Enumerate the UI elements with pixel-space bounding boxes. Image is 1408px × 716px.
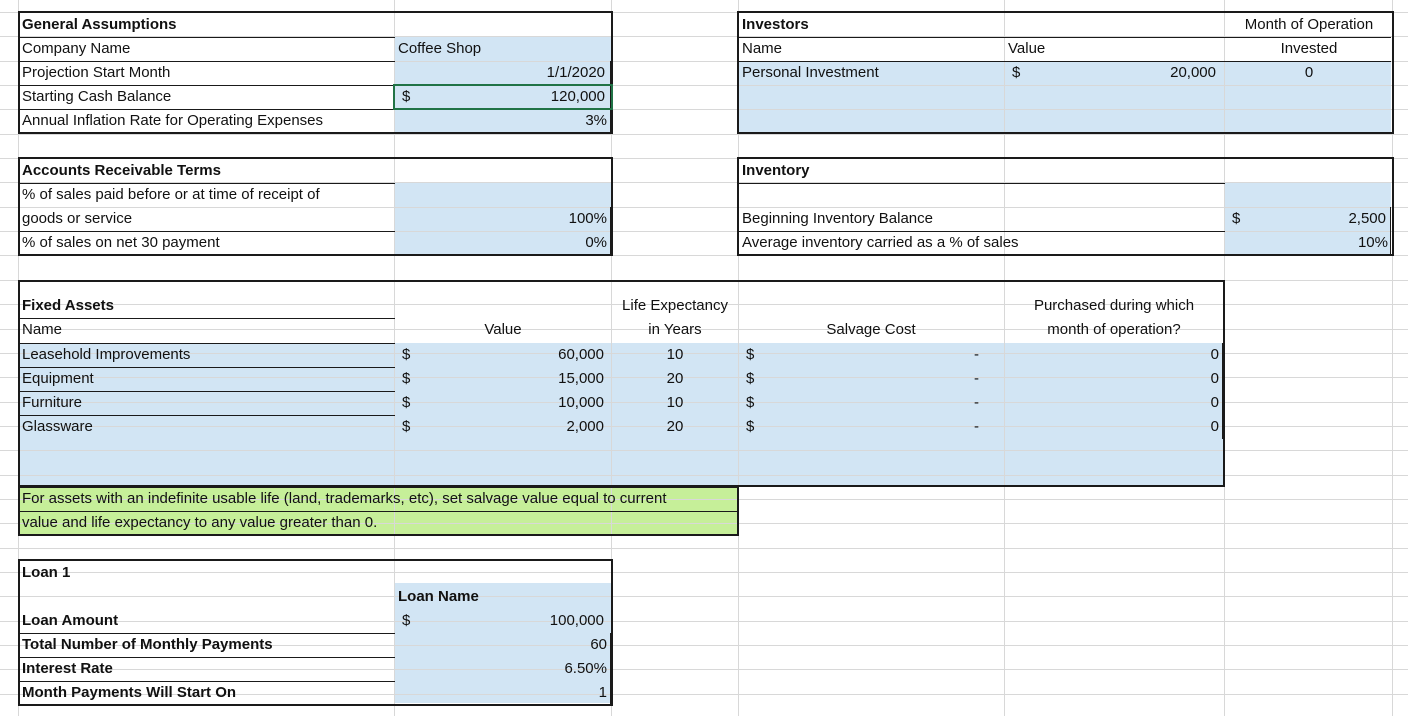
grid-row-line <box>0 255 1408 256</box>
fa-row-month[interactable]: 0 <box>1100 343 1219 367</box>
inflation-cell[interactable]: 3% <box>400 109 607 133</box>
loan-name-header: Loan Name <box>398 588 479 605</box>
starting-cash-label: Starting Cash Balance <box>22 88 172 105</box>
fa-row-salvage[interactable]: - <box>974 343 979 367</box>
inventory-beginning-cell[interactable]: 2,500 <box>1240 207 1386 231</box>
fa-month-header-2: month of operation? <box>1047 321 1181 338</box>
ar-paid-label: % of sales paid before or at time of rec… <box>22 186 320 203</box>
grid-row-line <box>0 475 1408 476</box>
grid-column-line <box>738 0 739 716</box>
investors-month-header-2: Invested <box>1280 40 1338 57</box>
investors-value-header: Value <box>1008 40 1046 57</box>
loan-start-label: Month Payments Will Start On <box>22 684 237 701</box>
fa-row-value[interactable]: 10,000 <box>400 391 604 415</box>
inventory-title: Inventory <box>742 162 810 179</box>
fa-row-salvage[interactable]: - <box>974 391 979 415</box>
loan-title: Loan 1 <box>22 564 71 581</box>
fa-note-line-1: For assets with an indefinite usable lif… <box>22 490 667 507</box>
grid-row-line <box>0 548 1408 549</box>
grid-column-line <box>1004 0 1005 716</box>
col-border <box>610 207 611 255</box>
projection-start-label: Projection Start Month <box>22 64 171 81</box>
fa-row-name[interactable]: Equipment <box>22 367 94 391</box>
ar-net30-label: % of sales on net 30 payment <box>22 234 220 251</box>
fa-name-header: Name <box>22 321 63 338</box>
fa-row-month[interactable]: 0 <box>1100 367 1219 391</box>
ar-paid-cell[interactable]: 100% <box>400 207 607 231</box>
investors-month-header: Month of Operation <box>1244 16 1374 33</box>
investor-name-cell[interactable]: Personal Investment <box>742 61 879 85</box>
grid-row-line <box>0 621 1408 622</box>
loan-payments-label: Total Number of Monthly Payments <box>22 636 273 653</box>
grid-column-line <box>1224 0 1225 716</box>
company-name-cell[interactable]: Coffee Shop <box>398 37 481 61</box>
inventory-avg-cell[interactable]: 10% <box>1240 231 1388 255</box>
ar-paid-label-2: goods or service <box>22 210 133 227</box>
fa-row-name[interactable]: Glassware <box>22 415 93 439</box>
loan-amount-label: Loan Amount <box>22 612 119 629</box>
inflation-label: Annual Inflation Rate for Operating Expe… <box>22 112 324 129</box>
row-border <box>20 318 395 319</box>
fa-row-salvage-currency: $ <box>746 346 755 363</box>
grid-row-line <box>0 12 1408 13</box>
fa-row-value[interactable]: 15,000 <box>400 367 604 391</box>
inventory-beginning-label: Beginning Inventory Balance <box>742 210 933 227</box>
starting-cash-cell[interactable]: 120,000 <box>400 85 605 109</box>
col-border <box>1222 343 1223 439</box>
fa-row-life[interactable]: 20 <box>612 415 738 439</box>
fa-life-header-2: in Years <box>648 321 702 338</box>
fa-note-line-2: value and life expectancy to any value g… <box>22 514 378 531</box>
loan-rate-cell[interactable]: 6.50% <box>400 657 607 681</box>
grid-row-line <box>0 596 1408 597</box>
row-border <box>739 183 1225 184</box>
investor-value-cell[interactable]: 20,000 <box>1010 61 1216 85</box>
fa-month-header: Purchased during which <box>1033 297 1195 314</box>
loan-amount-cell[interactable]: 100,000 <box>400 609 604 633</box>
investor-month-cell[interactable]: 0 <box>1226 61 1392 85</box>
fa-row-salvage-currency: $ <box>746 418 755 435</box>
grid-row-line <box>0 134 1408 135</box>
fa-row-name[interactable]: Leasehold Improvements <box>22 343 190 367</box>
inventory-avg-label: Average inventory carried as a % of sale… <box>742 234 1019 251</box>
fa-row-salvage-currency: $ <box>746 394 755 411</box>
col-border <box>1390 207 1391 255</box>
ar-title: Accounts Receivable Terms <box>22 162 221 179</box>
company-name-label: Company Name <box>22 40 131 57</box>
fa-salvage-header: Salvage Cost <box>826 321 916 338</box>
investors-name-header: Name <box>742 40 783 57</box>
fa-row-life[interactable]: 10 <box>612 343 738 367</box>
fa-value-header: Value <box>484 321 522 338</box>
loan-payments-cell[interactable]: 60 <box>400 633 607 657</box>
grid-column-line <box>1392 0 1393 716</box>
general-title: General Assumptions <box>22 16 177 33</box>
fa-life-header: Life Expectancy <box>622 297 728 314</box>
loan-start-cell[interactable]: 1 <box>400 681 607 705</box>
grid-row-line <box>0 450 1408 451</box>
fa-row-value[interactable]: 2,000 <box>400 415 604 439</box>
fixed-assets-title: Fixed Assets <box>22 297 114 314</box>
grid-row-line <box>0 207 1408 208</box>
fa-row-month[interactable]: 0 <box>1100 391 1219 415</box>
col-border <box>610 633 611 705</box>
fa-row-life[interactable]: 20 <box>612 367 738 391</box>
grid-row-line <box>0 572 1408 573</box>
ar-net30-cell[interactable]: 0% <box>400 231 607 255</box>
fa-row-name[interactable]: Furniture <box>22 391 82 415</box>
fa-row-salvage[interactable]: - <box>974 367 979 391</box>
grid-row-line <box>0 280 1408 281</box>
projection-start-cell[interactable]: 1/1/2020 <box>400 61 605 85</box>
fa-row-life[interactable]: 10 <box>612 391 738 415</box>
fa-row-month[interactable]: 0 <box>1100 415 1219 439</box>
investors-title: Investors <box>742 16 809 33</box>
loan-rate-label: Interest Rate <box>22 660 113 677</box>
grid-row-line <box>0 669 1408 670</box>
fa-row-value[interactable]: 60,000 <box>400 343 604 367</box>
fa-row-salvage-currency: $ <box>746 370 755 387</box>
fa-row-salvage[interactable]: - <box>974 415 979 439</box>
grid-column-line <box>18 0 19 716</box>
